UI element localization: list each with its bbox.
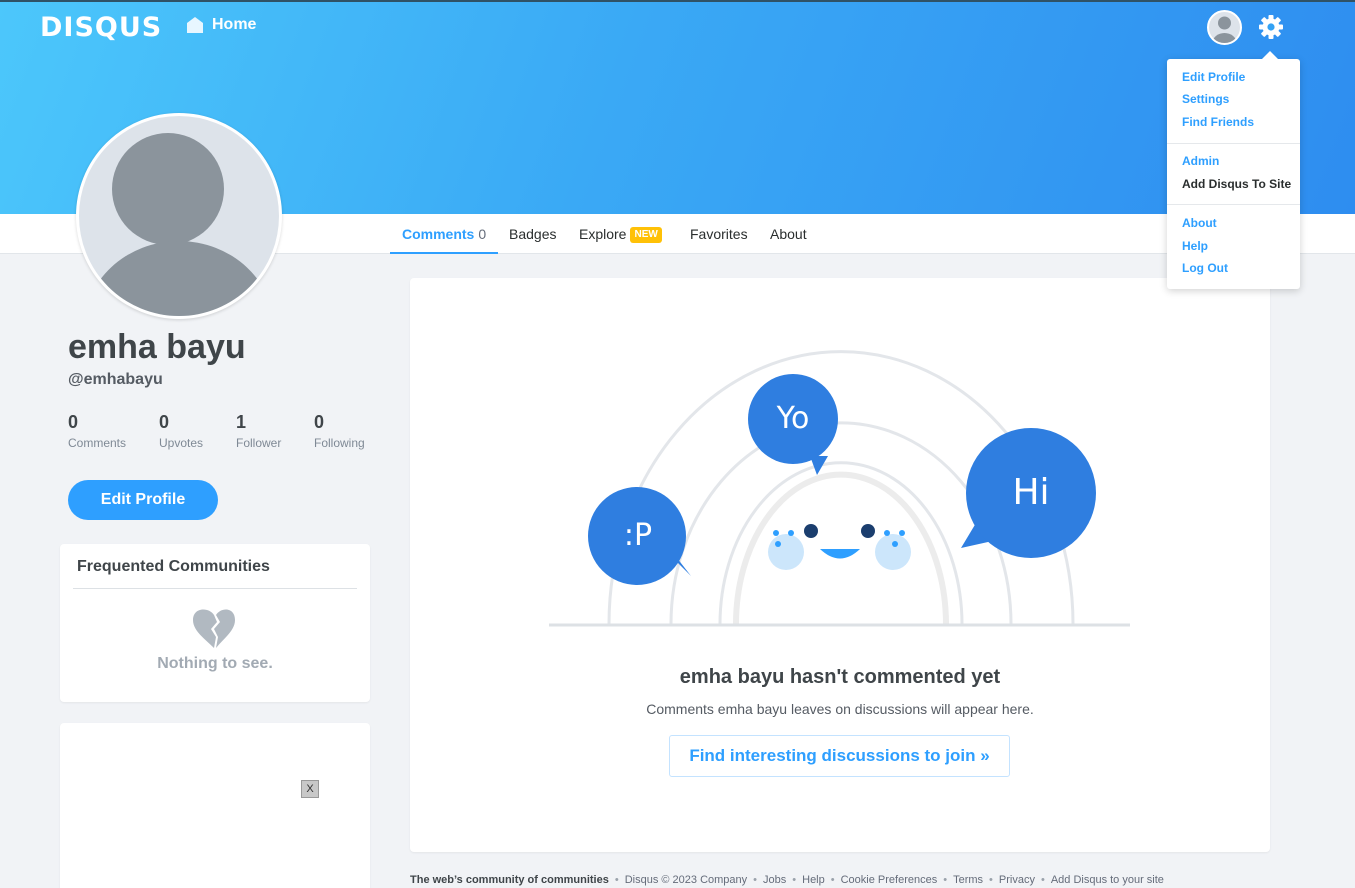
tab-favorites[interactable]: Favorites (690, 214, 748, 254)
profile-handle: @emhabayu (68, 371, 163, 388)
profile-avatar (76, 113, 282, 319)
menu-item-add-disqus[interactable]: Add Disqus To Site (1182, 177, 1291, 191)
footer-link-help[interactable]: Help (802, 874, 825, 886)
empty-state-title: emha bayu hasn't commented yet (679, 666, 1001, 688)
stat-label: Following (314, 436, 365, 450)
bubble-text-yo: Yo (776, 401, 810, 436)
tab-comments[interactable]: Comments 0 (390, 214, 499, 254)
ad-card: X (60, 723, 370, 888)
stat-upvotes[interactable]: 0 Upvotes (159, 412, 203, 450)
footer-link-cookies[interactable]: Cookie Preferences (841, 874, 938, 886)
footer-copyright[interactable]: Disqus © 2023 Company (625, 874, 747, 886)
tab-label: Badges (509, 226, 557, 242)
stat-label: Upvotes (159, 436, 204, 450)
menu-item-help[interactable]: Help (1182, 239, 1208, 253)
empty-state-subtitle: Comments emha bayu leaves on discussions… (646, 701, 1034, 717)
broken-heart-icon (193, 609, 235, 648)
tab-label: About (770, 226, 807, 242)
avatar-icon (84, 133, 274, 316)
footer: The web’s community of communities • Disqu… (410, 874, 1164, 886)
disqus-logo[interactable]: DISQUS (40, 12, 162, 43)
menu-divider (1167, 204, 1300, 205)
stat-label: Follower (236, 436, 282, 450)
divider (73, 588, 357, 589)
footer-link-terms[interactable]: Terms (953, 874, 983, 886)
tab-label: Comments (402, 226, 475, 242)
avatar-icon (1212, 16, 1237, 43)
profile-name: emha bayu (68, 328, 246, 366)
stat-number: 0 (314, 412, 325, 432)
comments-panel: :P Yo Hi emha bayu hasn't commented yet … (410, 278, 1270, 852)
stat-number: 0 (68, 412, 79, 432)
empty-illustration (549, 350, 1130, 627)
footer-link-privacy[interactable]: Privacy (999, 874, 1035, 886)
home-link[interactable]: Home (186, 16, 256, 34)
new-badge: NEW (630, 227, 662, 244)
tab-explore[interactable]: Explore NEW (579, 214, 662, 254)
menu-item-log-out[interactable]: Log Out (1182, 261, 1228, 275)
menu-item-settings[interactable]: Settings (1182, 92, 1229, 106)
close-ad-button[interactable]: X (301, 780, 319, 798)
home-label: Home (212, 16, 257, 33)
stat-comments[interactable]: 0 Comments (68, 412, 126, 450)
comment-count: 0 (478, 226, 487, 242)
stat-number: 0 (159, 412, 170, 432)
frequented-communities-card: Frequented Communities Nothing to see. (60, 544, 370, 702)
stat-following[interactable]: 0 Following (314, 412, 365, 450)
tab-label: Favorites (690, 226, 748, 242)
footer-link-add-disqus[interactable]: Add Disqus to your site (1051, 874, 1164, 886)
footer-link-jobs[interactable]: Jobs (763, 874, 786, 886)
tab-badges[interactable]: Badges (509, 214, 556, 254)
home-icon (187, 17, 203, 33)
menu-item-about[interactable]: About (1182, 216, 1217, 230)
stat-number: 1 (236, 412, 247, 432)
edit-profile-button[interactable]: Edit Profile (68, 480, 218, 520)
settings-dropdown-menu: Edit Profile Settings Find Friends Admin… (1167, 51, 1300, 289)
empty-text: Nothing to see. (157, 655, 273, 672)
find-discussions-button[interactable]: Find interesting discussions to join » (669, 735, 1010, 777)
user-avatar-button[interactable] (1207, 10, 1242, 45)
footer-tagline: The web’s community of communities (410, 874, 609, 886)
menu-divider (1167, 143, 1300, 144)
card-title: Frequented Communities (77, 558, 270, 575)
tab-label: Explore (579, 226, 627, 242)
bubble-text-hi: Hi (1012, 472, 1050, 513)
stat-followers[interactable]: 1 Follower (236, 412, 281, 450)
stat-label: Comments (68, 436, 127, 450)
menu-item-find-friends[interactable]: Find Friends (1182, 115, 1254, 129)
bubble-text-p: :P (623, 518, 653, 553)
menu-item-admin[interactable]: Admin (1182, 154, 1219, 168)
menu-item-edit-profile[interactable]: Edit Profile (1182, 70, 1245, 84)
tab-about[interactable]: About (770, 214, 807, 254)
gear-icon[interactable] (1258, 14, 1284, 40)
